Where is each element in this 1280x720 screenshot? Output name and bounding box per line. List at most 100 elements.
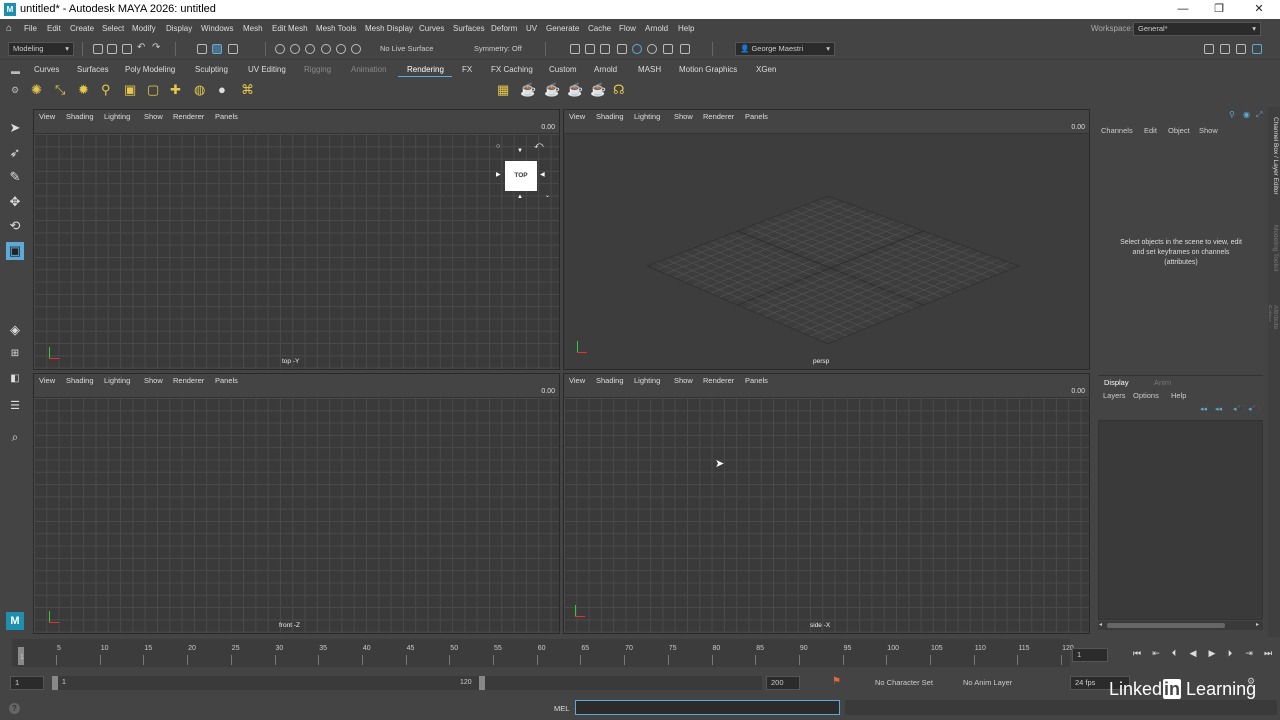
viewcube-arrow-right-icon[interactable]: ◀ (540, 171, 545, 178)
volume-light-icon[interactable]: ▢ (147, 82, 164, 99)
side-tab-attribute-editor[interactable]: Attribute Editor (1269, 305, 1279, 341)
viewport-menu-panels[interactable]: Panels (745, 112, 768, 121)
four-view-layout-icon[interactable]: ⊞ (6, 345, 24, 363)
play-backwards-icon[interactable]: ◀ (1186, 646, 1200, 660)
viewport-value[interactable]: 0.00 (1071, 388, 1085, 395)
range-end-handle[interactable] (479, 676, 485, 690)
maximize-button[interactable]: ❐ (1200, 0, 1238, 19)
camera-aim-icon[interactable]: ✚ (170, 82, 187, 99)
scroll-left-icon[interactable]: ◂ (1099, 621, 1102, 628)
viewport-top[interactable]: View Shading Lighting Show Renderer Pane… (33, 109, 560, 370)
viewport-menu-show[interactable]: Show (144, 112, 163, 121)
user-account-select[interactable]: 👤 George Maestri ▾ (735, 42, 835, 56)
viewport-value[interactable]: 0.00 (541, 388, 555, 395)
toggle-tool-settings-icon[interactable] (1236, 44, 1246, 54)
viewport-menu-renderer[interactable]: Renderer (173, 376, 204, 385)
paint-select-tool-icon[interactable]: ✎ (6, 168, 24, 186)
viewport-menu-lighting[interactable]: Lighting (104, 376, 130, 385)
menu-surfaces[interactable]: Surfaces (453, 24, 485, 33)
step-forward-key-icon[interactable]: ⇥ (1242, 646, 1256, 660)
redo-icon[interactable]: ↷ (152, 42, 160, 53)
mel-label[interactable]: MEL (554, 704, 569, 713)
shelf-menu-icon[interactable]: ▬ (11, 66, 20, 76)
snap-pivot-icon[interactable] (351, 44, 361, 54)
play-forwards-icon[interactable]: ▶ (1205, 646, 1219, 660)
shelf-tab-fx-caching[interactable]: FX Caching (491, 65, 533, 74)
menu-create[interactable]: Create (70, 24, 94, 33)
scrollbar-thumb[interactable] (1107, 623, 1225, 628)
help-icon[interactable]: ? (9, 703, 20, 714)
channelbox-menu-show[interactable]: Show (1199, 126, 1218, 135)
snap-curve-icon[interactable] (290, 44, 300, 54)
range-slider[interactable]: 1 1 120 200 ⚑ No Character Set No Anim L… (0, 674, 1280, 692)
menu-mesh-display[interactable]: Mesh Display (365, 24, 413, 33)
go-to-start-icon[interactable]: ⏮ (1130, 646, 1144, 660)
hypershade-icon[interactable] (632, 44, 642, 54)
pause-render-icon[interactable] (680, 44, 690, 54)
command-input[interactable] (575, 700, 840, 715)
select-object-icon[interactable] (212, 44, 222, 54)
menu-curves[interactable]: Curves (419, 24, 444, 33)
ambient-light-icon[interactable]: ✺ (31, 82, 48, 99)
current-frame-field[interactable]: 1 (1072, 648, 1108, 662)
render-view-icon[interactable] (647, 44, 657, 54)
scroll-right-icon[interactable]: ▸ (1256, 621, 1259, 628)
home-icon[interactable]: ⌂ (6, 23, 12, 34)
toggle-attribute-editor-icon[interactable] (1220, 44, 1230, 54)
step-forward-frame-icon[interactable]: ⏵ (1223, 646, 1237, 660)
panel-dock-icon[interactable]: ⚲ (1229, 110, 1235, 119)
menu-arnold[interactable]: Arnold (645, 24, 668, 33)
shelf-tab-poly-modeling[interactable]: Poly Modeling (125, 65, 175, 74)
side-tab-channel-box[interactable]: Channel Box / Layer Editor (1269, 117, 1279, 209)
viewport-value[interactable]: 0.00 (1071, 124, 1085, 131)
shelf-tab-curves[interactable]: Curves (34, 65, 59, 74)
viewport-menu-show[interactable]: Show (674, 376, 693, 385)
history-icon[interactable] (570, 44, 580, 54)
viewcube-home-icon[interactable]: ○ (496, 143, 500, 150)
new-layer-icon[interactable]: ◂⚫ (1233, 405, 1245, 413)
viewport-menu-view[interactable]: View (569, 376, 585, 385)
layer-tab-display[interactable]: Display (1104, 378, 1129, 387)
maya-logo-icon[interactable]: M (6, 612, 24, 630)
viewport-menu-renderer[interactable]: Renderer (703, 376, 734, 385)
viewport-toolbar[interactable] (564, 387, 1089, 398)
channelbox-menu-object[interactable]: Object (1168, 126, 1190, 135)
layer-menu-layers[interactable]: Layers (1103, 391, 1126, 400)
character-set-select[interactable]: No Character Set (875, 678, 933, 687)
viewport-menu-panels[interactable]: Panels (215, 112, 238, 121)
menu-edit[interactable]: Edit (47, 24, 61, 33)
viewcube-arrow-left-icon[interactable]: ▶ (496, 171, 501, 178)
layer-tab-anim[interactable]: Anim (1154, 378, 1171, 387)
panel-settings-icon[interactable]: ⤢ (1256, 110, 1262, 120)
step-back-frame-icon[interactable]: ⏴ (1167, 646, 1181, 660)
toggle-modeling-toolkit-icon[interactable] (1204, 44, 1214, 54)
shelf-tab-animation[interactable]: Animation (351, 65, 387, 74)
search-icon[interactable]: ⌕ (6, 428, 24, 446)
rotate-tool-icon[interactable]: ⟲ (6, 217, 24, 235)
menu-mesh-tools[interactable]: Mesh Tools (316, 24, 356, 33)
move-layer-up-icon[interactable]: ◂◂ (1200, 405, 1207, 413)
viewcube-menu-icon[interactable]: ⌄ (545, 192, 550, 199)
viewport-menu-lighting[interactable]: Lighting (634, 112, 660, 121)
light-editor-icon[interactable] (663, 44, 673, 54)
outliner-layout-icon[interactable]: ☰ (6, 397, 24, 415)
scene-end-field[interactable]: 200 (766, 676, 800, 690)
new-layer-selected-icon[interactable]: ◂⚫ (1248, 405, 1260, 413)
viewport-menu-shading[interactable]: Shading (596, 376, 624, 385)
layer-list[interactable] (1098, 420, 1263, 620)
directional-light-icon[interactable]: ⤡ (55, 82, 72, 99)
shelf-tab-motion-graphics[interactable]: Motion Graphics (679, 65, 737, 74)
shelf-tab-xgen[interactable]: XGen (756, 65, 776, 74)
render-settings-shelf-icon[interactable]: ☕ (567, 82, 584, 99)
shelf-tab-sculpting[interactable]: Sculpting (195, 65, 228, 74)
shelf-tab-mash[interactable]: MASH (638, 65, 661, 74)
menu-mesh[interactable]: Mesh (243, 24, 263, 33)
shelf-tab-uv-editing[interactable]: UV Editing (248, 65, 286, 74)
snap-grid-icon[interactable] (275, 44, 285, 54)
timeline-track[interactable]: 1 5 10 15 20 25 30 35 40 45 50 55 60 65 70 75 80 85 90 95 1… (12, 639, 1074, 667)
viewcube-rotate-icon[interactable]: ⤺ (534, 140, 544, 151)
scale-tool-icon[interactable]: ▣ (6, 242, 24, 260)
shelf-tab-fx[interactable]: FX (462, 65, 472, 74)
shelf-settings-icon[interactable]: ⚙ (11, 85, 19, 96)
menu-windows[interactable]: Windows (201, 24, 233, 33)
